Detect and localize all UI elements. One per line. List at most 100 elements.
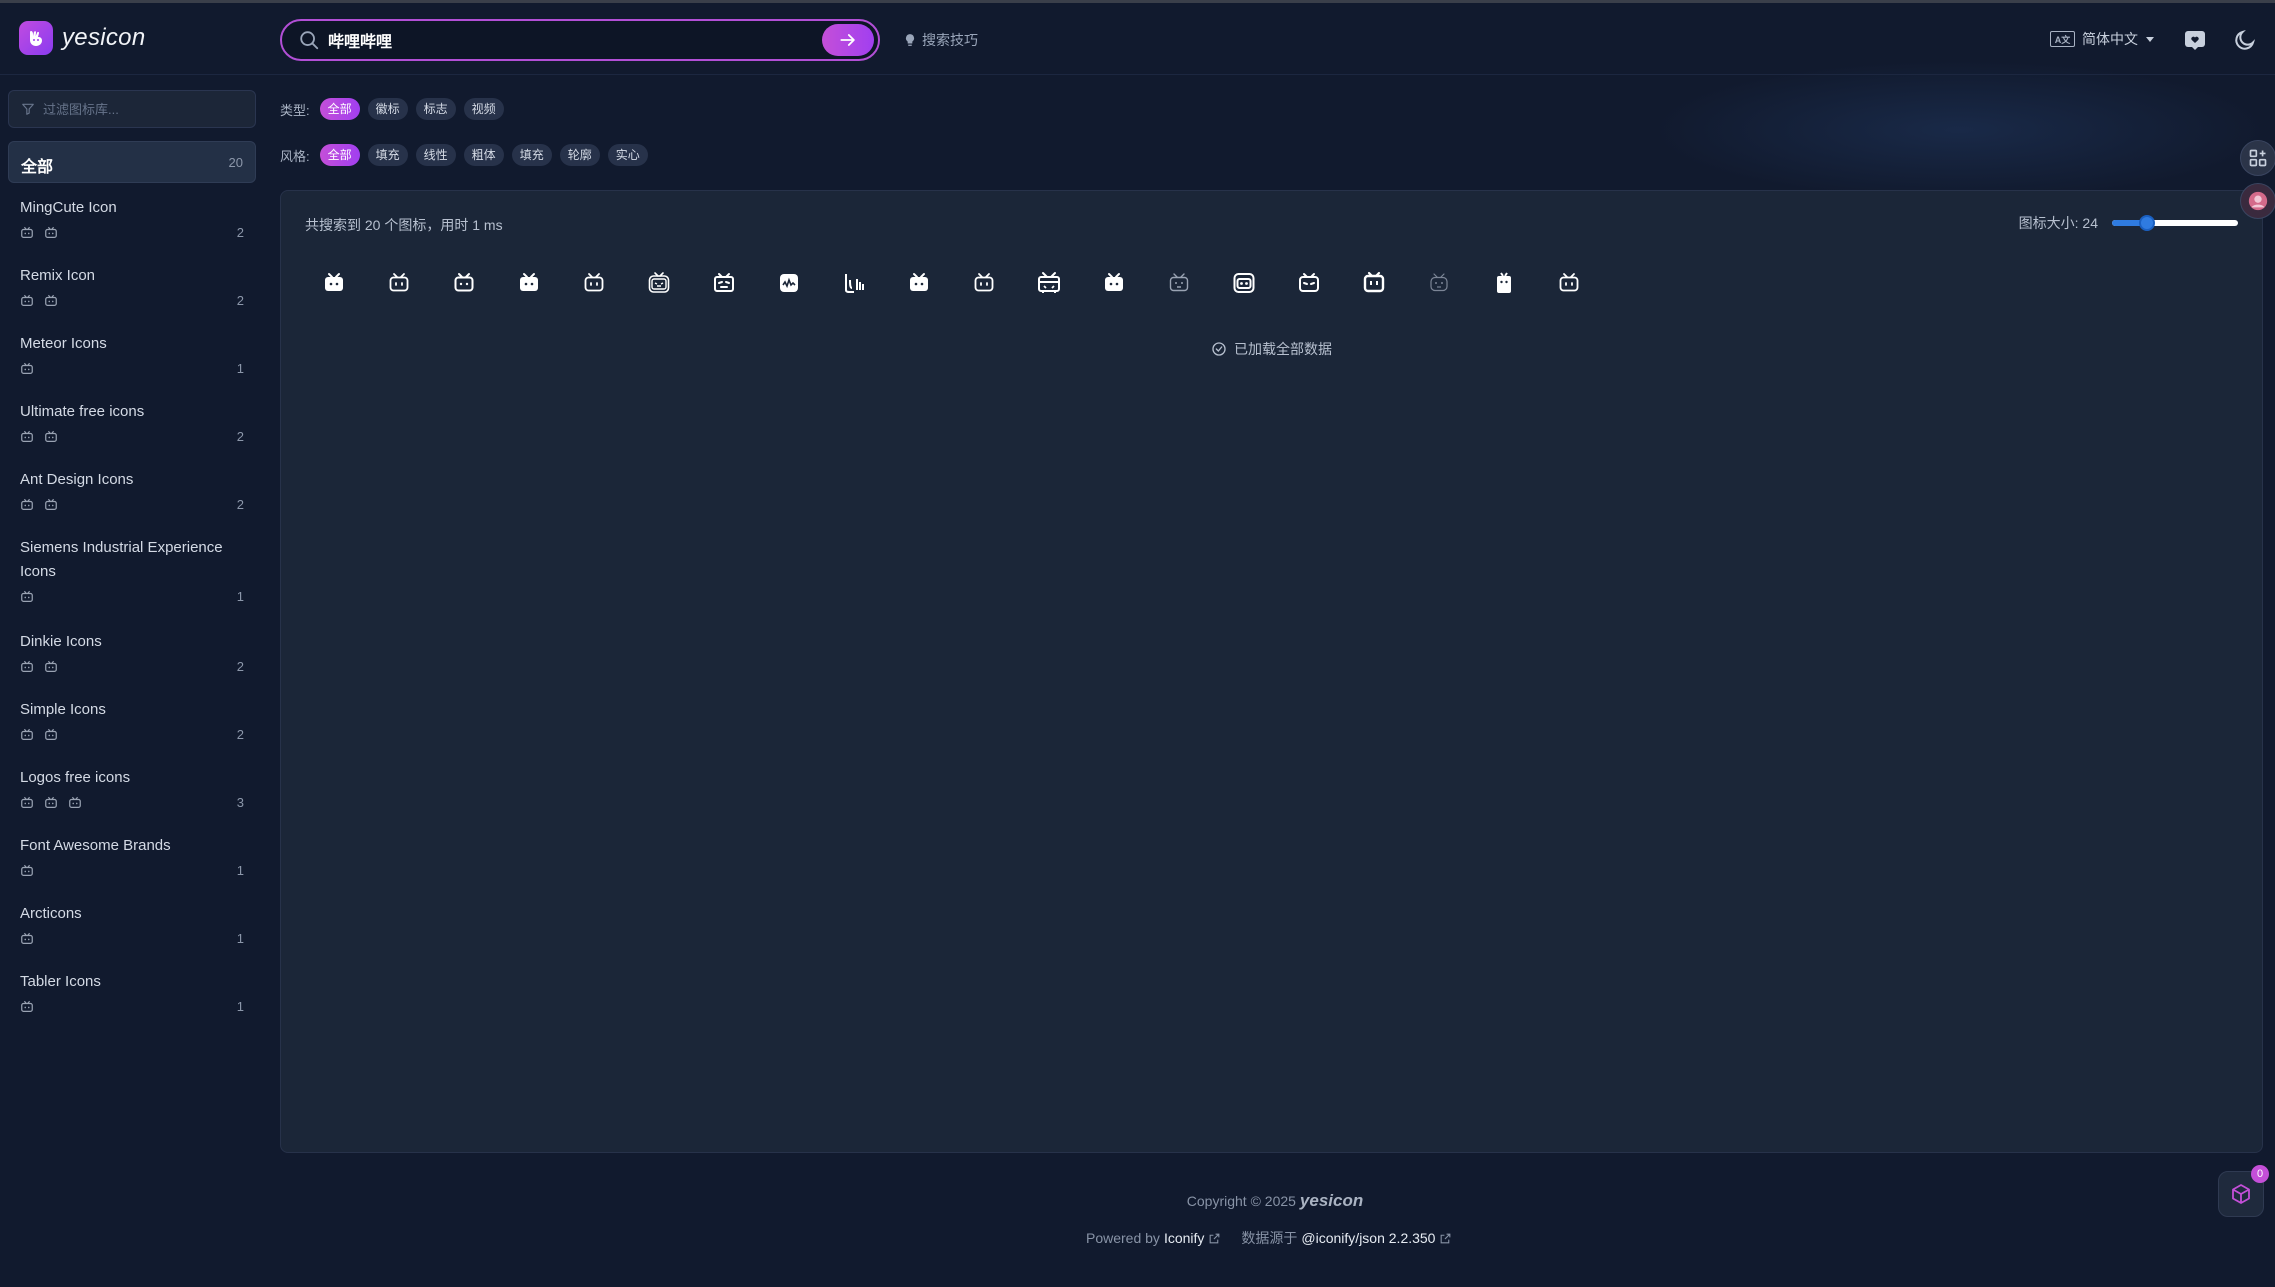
collection-sample-icon bbox=[21, 498, 33, 510]
bilibili-fill-icon bbox=[324, 273, 343, 291]
style-chip-fill-2[interactable]: 填充 bbox=[511, 144, 552, 166]
sidebar-item-collection[interactable]: Remix Icon 2 bbox=[8, 264, 256, 318]
type-chip-all[interactable]: 全部 bbox=[319, 98, 360, 120]
sidebar-item-collection[interactable]: Logos free icons 3 bbox=[8, 766, 256, 820]
sidebar-item-collection[interactable]: Tabler Icons 1 bbox=[8, 970, 256, 1024]
sidebar-item-collection[interactable]: Arcticons 1 bbox=[8, 902, 256, 956]
sidebar-item-all[interactable]: 全部 20 bbox=[8, 141, 256, 183]
type-chip-logo[interactable]: 标志 bbox=[415, 98, 456, 120]
collection-sample-icon bbox=[45, 498, 57, 510]
icon-result-bilibili-antenna[interactable] bbox=[951, 253, 1016, 313]
language-selector[interactable]: A文 简体中文 bbox=[2050, 29, 2155, 49]
icon-result-bilibili-faint[interactable] bbox=[1406, 253, 1471, 313]
sidebar-item-collection[interactable]: Font Awesome Brands 1 bbox=[8, 834, 256, 888]
bilibili-box-icon bbox=[1233, 273, 1254, 293]
bilibili-line-icon bbox=[389, 273, 408, 292]
collection-sample-icons bbox=[20, 590, 34, 604]
sidebar-item-all-count: 20 bbox=[228, 155, 243, 170]
style-chip-solid[interactable]: 实心 bbox=[607, 144, 648, 166]
top-bar: yesicon 搜索技巧 A文 简体中文 bbox=[0, 3, 2275, 75]
icon-size-slider-handle[interactable] bbox=[2139, 215, 2156, 231]
sidebar-item-collection[interactable]: Siemens Industrial Experience Icons 1 bbox=[8, 536, 256, 614]
style-chip-all[interactable]: 全部 bbox=[319, 144, 360, 166]
favorite-heart-icon[interactable] bbox=[2183, 28, 2207, 52]
results-summary: 共搜索到 20 个图标，用时 1 ms bbox=[305, 217, 503, 233]
icon-result-bilibili-smile[interactable] bbox=[691, 253, 756, 313]
search-bar bbox=[280, 19, 880, 61]
user-avatar-button[interactable] bbox=[2240, 183, 2275, 219]
icon-result-bilibili-mini[interactable] bbox=[1536, 253, 1601, 313]
style-chip-line[interactable]: 线性 bbox=[415, 144, 456, 166]
type-chip-badge[interactable]: 徽标 bbox=[367, 98, 408, 120]
arrow-right-icon bbox=[840, 34, 855, 46]
sidebar-item-collection[interactable]: Dinkie Icons 2 bbox=[8, 630, 256, 684]
add-widget-button[interactable] bbox=[2240, 140, 2275, 176]
search-input[interactable] bbox=[328, 31, 798, 49]
icon-result-bilibili-bold[interactable] bbox=[626, 253, 691, 313]
collection-sample-icon bbox=[21, 430, 33, 442]
package-link[interactable]: @iconify/json 2.2.350 bbox=[1301, 1230, 1435, 1246]
caret-down-icon bbox=[2146, 37, 2154, 42]
icon-result-bilibili-logo[interactable] bbox=[1471, 253, 1536, 313]
icon-result-bilibili-fill[interactable] bbox=[301, 253, 366, 313]
sidebar-item-collection[interactable]: MingCute Icon 2 bbox=[8, 196, 256, 250]
collection-sample-icon bbox=[21, 590, 33, 602]
icon-result-bilibili-round[interactable] bbox=[1276, 253, 1341, 313]
collection-count: 1 bbox=[236, 999, 244, 1014]
icon-result-bilibili-solid[interactable] bbox=[886, 253, 951, 313]
icon-size-slider[interactable] bbox=[2112, 215, 2238, 231]
powered-by-text: Powered by bbox=[1086, 1230, 1160, 1246]
collection-sample-icon bbox=[21, 796, 33, 808]
bilibili-outline-icon bbox=[584, 273, 603, 292]
search-tips-link[interactable]: 搜索技巧 bbox=[903, 30, 978, 50]
sidebar-item-collection[interactable]: Meteor Icons 1 bbox=[8, 332, 256, 386]
type-chip-video[interactable]: 视频 bbox=[463, 98, 504, 120]
icon-result-bilibili-chart[interactable] bbox=[821, 253, 886, 313]
bilibili-icon-icon bbox=[454, 273, 473, 292]
style-chip-bold[interactable]: 粗体 bbox=[463, 144, 504, 166]
collection-name: Tabler Icons bbox=[20, 973, 101, 990]
footer-brand: yesicon bbox=[1299, 1191, 1364, 1210]
icon-result-bilibili-box[interactable] bbox=[1211, 253, 1276, 313]
dark-mode-icon[interactable] bbox=[2233, 28, 2257, 52]
collection-sample-icon bbox=[45, 430, 57, 442]
icon-result-bilibili-line[interactable] bbox=[366, 253, 431, 313]
icon-result-bilibili-square[interactable] bbox=[1081, 253, 1146, 313]
icon-result-bilibili-classic[interactable] bbox=[1341, 253, 1406, 313]
external-link-icon bbox=[1441, 1233, 1451, 1243]
collection-sample-icon bbox=[45, 294, 57, 306]
icon-result-bilibili-wave[interactable] bbox=[756, 253, 821, 313]
bilibili-tv-fill-icon bbox=[1037, 272, 1060, 293]
sidebar-item-collection[interactable]: Ultimate free icons 2 bbox=[8, 400, 256, 454]
style-chip-fill[interactable]: 填充 bbox=[367, 144, 408, 166]
search-tips-label: 搜索技巧 bbox=[922, 32, 978, 48]
collection-count: 3 bbox=[236, 795, 244, 810]
icon-result-bilibili-icon[interactable] bbox=[431, 253, 496, 313]
collection-count: 1 bbox=[236, 931, 244, 946]
sidebar-item-collection[interactable]: Simple Icons 2 bbox=[8, 698, 256, 752]
bilibili-tv-icon bbox=[519, 273, 538, 291]
library-filter-input[interactable] bbox=[43, 101, 243, 117]
collection-name: Siemens Industrial Experience Icons bbox=[20, 539, 223, 580]
icon-result-bilibili-tv[interactable] bbox=[496, 253, 561, 313]
collection-sample-icon bbox=[45, 728, 57, 740]
sidebar-item-collection[interactable]: Ant Design Icons 2 bbox=[8, 468, 256, 522]
language-icon: A文 bbox=[2050, 31, 2075, 47]
style-chip-outline[interactable]: 轮廓 bbox=[559, 144, 600, 166]
collection-name: Dinkie Icons bbox=[20, 633, 102, 650]
icon-result-bilibili-outline[interactable] bbox=[561, 253, 626, 313]
bilibili-antenna-icon bbox=[974, 273, 993, 292]
icon-result-bilibili-tv-fill[interactable] bbox=[1016, 253, 1081, 313]
type-filter-label: 类型: bbox=[280, 102, 310, 118]
collection-count: 2 bbox=[236, 659, 244, 674]
collection-sample-icon bbox=[69, 796, 81, 808]
type-filter-row: 类型: 全部 徽标 标志 视频 bbox=[280, 98, 504, 120]
logo[interactable]: yesicon bbox=[19, 21, 145, 55]
search-submit-button[interactable] bbox=[822, 24, 874, 56]
iconify-link[interactable]: Iconify bbox=[1164, 1230, 1204, 1246]
bilibili-square-icon bbox=[1104, 273, 1123, 291]
collection-sample-icon bbox=[21, 362, 33, 374]
icon-result-bilibili-face[interactable] bbox=[1146, 253, 1211, 313]
style-filter-label: 风格: bbox=[280, 148, 310, 164]
collection-count: 2 bbox=[236, 293, 244, 308]
